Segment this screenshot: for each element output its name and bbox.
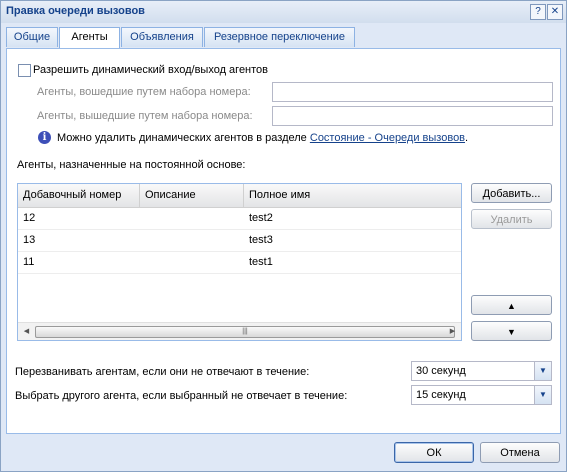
dialog-title: Правка очереди вызовов	[6, 5, 145, 17]
info-message: Можно удалить динамических агентов в раз…	[57, 132, 468, 144]
grid-header: Добавочный номер Описание Полное имя	[18, 184, 461, 208]
logout-code-label: Агенты, вышедшие путем набора номера:	[37, 110, 253, 122]
ring-timeout-select[interactable]: 30 секунд ▼	[411, 361, 552, 381]
next-agent-timeout-label: Выбрать другого агента, если выбранный н…	[15, 390, 348, 402]
scroll-right-icon[interactable]: ▶	[444, 323, 461, 340]
agents-panel: Разрешить динамический вход/выход агенто…	[6, 48, 561, 434]
row-full-name: test1	[249, 256, 273, 268]
row-extension: 13	[23, 234, 36, 246]
delete-agent-button[interactable]: Удалить	[471, 209, 552, 229]
row-description	[140, 230, 244, 251]
column-description[interactable]: Описание	[140, 184, 244, 207]
dynamic-agents-label: Разрешить динамический вход/выход агенто…	[33, 64, 269, 76]
ring-timeout-label: Перезванивать агентам, если они не отвеч…	[15, 366, 310, 378]
close-icon[interactable]: ✕	[547, 4, 563, 20]
horizontal-scrollbar[interactable]: ◀ ||| ▶	[18, 322, 461, 340]
dynamic-agents-checkbox[interactable]	[18, 64, 31, 77]
agents-grid: Добавочный номер Описание Полное имя 12 …	[17, 183, 462, 341]
move-up-button[interactable]: ▲	[471, 295, 552, 315]
static-agents-label: Агенты, назначенные на постоянной основе…	[17, 159, 246, 171]
next-agent-timeout-value: 15 секунд	[416, 389, 466, 401]
tab-announcements[interactable]: Объявления	[121, 27, 203, 47]
table-row[interactable]: 13 test3	[18, 230, 461, 252]
row-full-name: test2	[249, 212, 273, 224]
cancel-button[interactable]: Отмена	[480, 442, 560, 463]
ok-button[interactable]: ОК	[394, 442, 474, 463]
row-full-name: test3	[249, 234, 273, 246]
table-row[interactable]: 12 test2	[18, 208, 461, 230]
chevron-down-icon[interactable]: ▼	[534, 386, 551, 404]
next-agent-timeout-select[interactable]: 15 секунд ▼	[411, 385, 552, 405]
queue-status-link[interactable]: Состояние - Очереди вызовов	[310, 132, 465, 144]
edit-call-queue-dialog: Правка очереди вызовов ? ✕ Общие Агенты …	[0, 0, 567, 472]
column-extension[interactable]: Добавочный номер	[18, 184, 140, 207]
login-code-label: Агенты, вошедшие путем набора номера:	[37, 86, 251, 98]
arrow-down-icon: ▼	[507, 327, 516, 337]
add-agent-button[interactable]: Добавить...	[471, 183, 552, 203]
info-suffix: .	[465, 132, 469, 144]
scroll-thumb[interactable]: |||	[35, 326, 455, 338]
move-down-button[interactable]: ▼	[471, 321, 552, 341]
row-extension: 11	[23, 256, 35, 268]
info-icon: i	[38, 131, 51, 144]
chevron-down-icon[interactable]: ▼	[534, 362, 551, 380]
row-description	[140, 252, 244, 273]
tab-general[interactable]: Общие	[6, 27, 58, 47]
info-text: Можно удалить динамических агентов в раз…	[57, 132, 310, 144]
row-extension: 12	[23, 212, 36, 224]
logout-code-field[interactable]	[272, 106, 553, 126]
scroll-left-icon[interactable]: ◀	[18, 323, 35, 340]
tab-failover[interactable]: Резервное переключение	[204, 27, 355, 47]
row-description	[140, 208, 244, 229]
help-icon[interactable]: ?	[530, 4, 546, 20]
title-bar: Правка очереди вызовов ? ✕	[1, 1, 566, 23]
column-full-name[interactable]: Полное имя	[244, 184, 461, 207]
tab-agents[interactable]: Агенты	[59, 27, 120, 49]
table-row[interactable]: 11 test1	[18, 252, 461, 274]
ring-timeout-value: 30 секунд	[416, 365, 466, 377]
login-code-field[interactable]	[272, 82, 553, 102]
arrow-up-icon: ▲	[507, 301, 516, 311]
